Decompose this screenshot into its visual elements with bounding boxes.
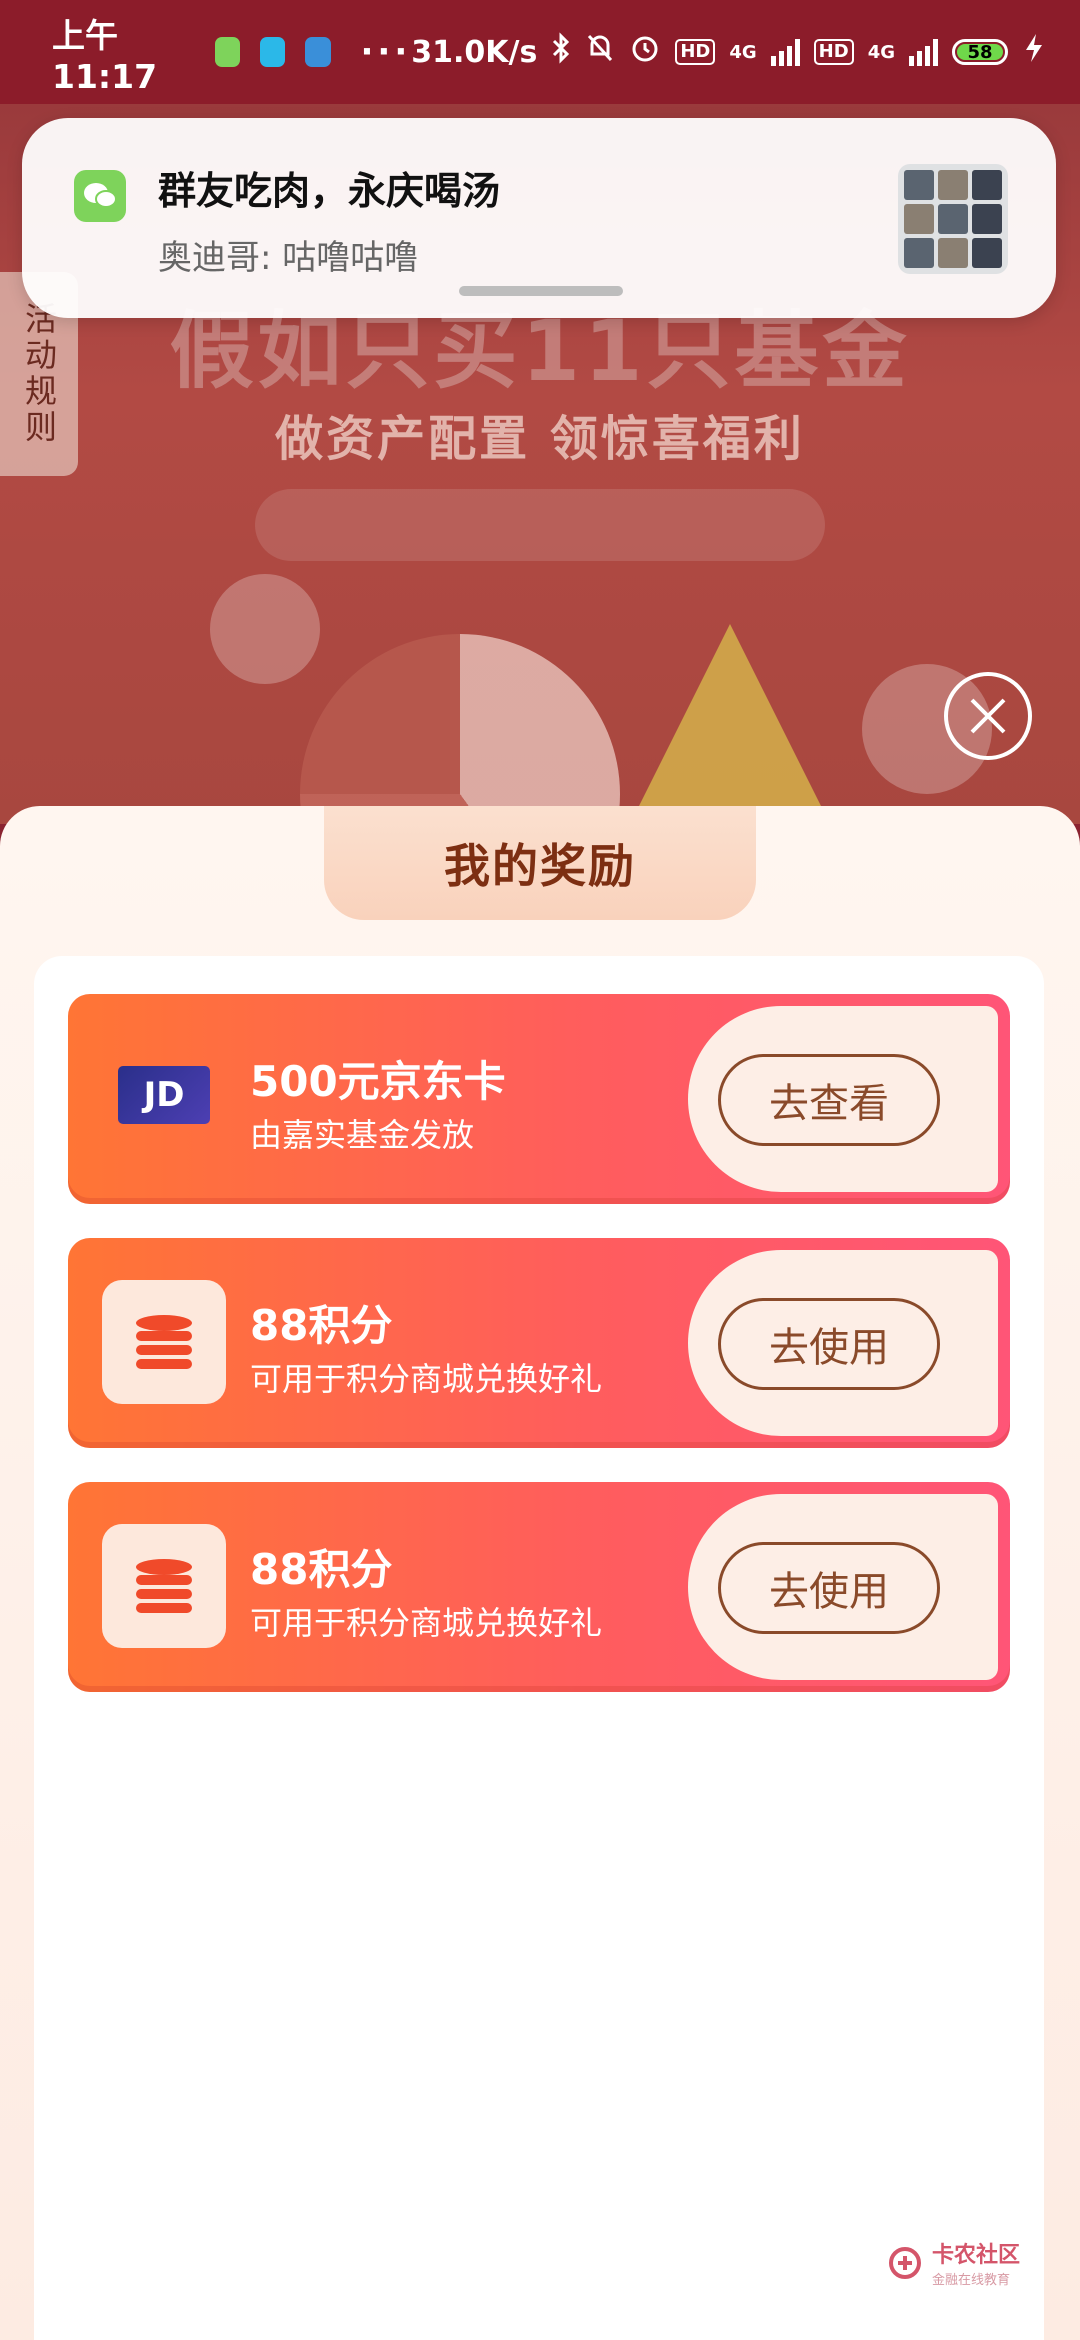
reward-item: JD 500元京东卡 由嘉实基金发放 去查看 [68,994,1010,1204]
reward-title: 88积分 [250,1545,393,1594]
battery-icon: 58 [952,39,1008,65]
rewards-sheet: 我的奖励 JD 500元京东卡 由嘉实基金发放 去查看 88积分 可用于积分商城… [0,806,1080,2340]
wechat-status-icon [215,37,241,67]
network-type-2: 4G [867,41,895,63]
reward-desc: 可用于积分商城兑换好礼 [250,1604,603,1642]
close-button[interactable] [944,672,1032,760]
banner-pill [255,489,825,561]
notification-drag-handle[interactable] [459,286,623,296]
qq-status-icon [260,37,286,67]
charging-icon [1022,32,1046,72]
watermark: 卡农社区 金融在线教育 [888,2237,1020,2288]
view-reward-button[interactable]: 去查看 [718,1054,940,1146]
banner-subtitle: 做资产配置 领惊喜福利 [275,411,805,467]
wechat-icon [74,170,126,222]
hd-badge-2: HD [813,39,854,65]
coins-stack-icon [102,1524,226,1648]
triangle-decoration [620,624,840,824]
watermark-sub: 金融在线教育 [931,2273,1010,2288]
status-time: 上午11:17 [52,15,158,96]
coins-stack-icon [102,1280,226,1404]
reward-desc: 可用于积分商城兑换好礼 [250,1360,603,1398]
net-speed: 31.0K/s [411,34,538,70]
reward-item: 88积分 可用于积分商城兑换好礼 去使用 [68,1238,1010,1448]
close-icon [970,698,1006,734]
reward-desc: 由嘉实基金发放 [250,1116,475,1154]
status-bar: 上午11:17 ··· 31.0K/s HD 4G HD 4G 58 [0,0,1080,104]
notification-body: 奥迪哥: 咕噜咕噜 [158,238,419,278]
mute-bell-icon [585,32,615,72]
hd-badge: HD [675,39,716,65]
battery-level: 58 [957,44,1003,62]
notification-banner[interactable]: 群友吃肉，永庆喝汤 奥迪哥: 咕噜咕噜 [22,118,1056,318]
network-type-1: 4G [729,41,757,63]
sheet-title: 我的奖励 [324,806,756,920]
more-notifications-icon: ··· [360,32,412,72]
reward-title: 500元京东卡 [250,1057,506,1106]
bluetooth-icon [551,32,571,72]
reward-item: 88积分 可用于积分商城兑换好礼 去使用 [68,1482,1010,1692]
reward-action-area: 去使用 [688,1494,998,1680]
watermark-name: 卡农社区 [931,2243,1020,2268]
jd-card-icon: JD [118,1066,210,1124]
reward-action-area: 去使用 [688,1250,998,1436]
notification-title: 群友吃肉，永庆喝汤 [158,169,501,213]
pie-decoration [300,634,620,824]
reward-action-area: 去查看 [688,1006,998,1192]
use-points-button[interactable]: 去使用 [718,1298,940,1390]
use-points-button[interactable]: 去使用 [718,1542,940,1634]
kanong-logo-icon [888,2246,921,2279]
group-avatar [898,164,1008,274]
telegram-status-icon [305,37,331,67]
alarm-icon [629,32,661,72]
reward-title: 88积分 [250,1301,393,1350]
rewards-list: JD 500元京东卡 由嘉实基金发放 去查看 88积分 可用于积分商城兑换好礼 … [34,956,1044,2340]
signal-icon-2 [909,38,938,66]
watch-bubble-icon [210,574,320,684]
signal-icon-1 [770,38,800,66]
